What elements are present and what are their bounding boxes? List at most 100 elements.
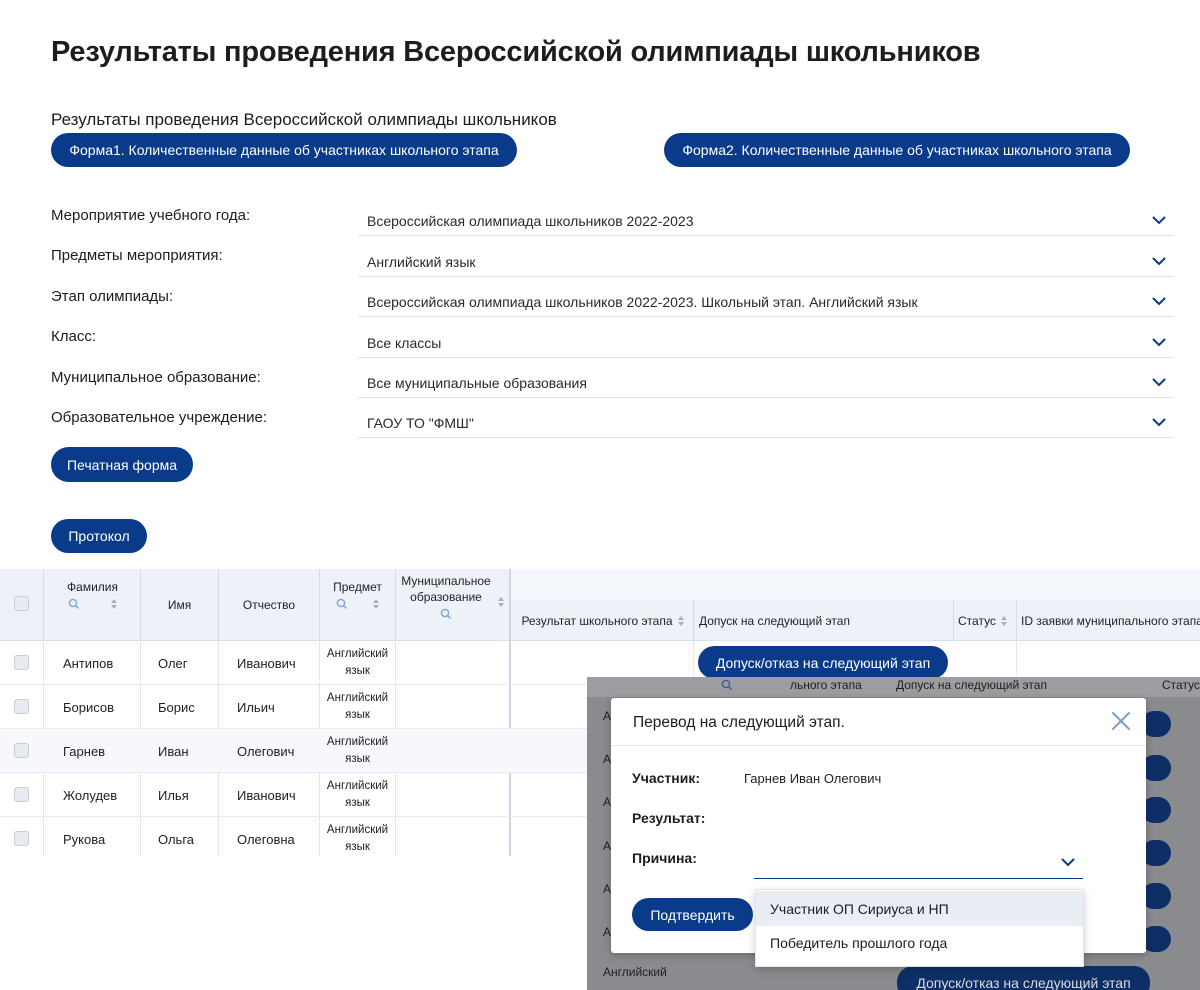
header-divider bbox=[1016, 600, 1017, 641]
row-checkbox[interactable] bbox=[14, 743, 29, 758]
filter-label-subject: Предметы мероприятия: bbox=[51, 247, 223, 264]
form2-button[interactable]: Форма2. Количественные данные об участни… bbox=[664, 133, 1130, 167]
cell-surname: Рукова bbox=[63, 831, 106, 847]
header-request-id: ID заявки муниципального этапа bbox=[1021, 613, 1200, 628]
overlay-header-admission: Допуск на следующий этап bbox=[896, 678, 1047, 692]
sort-icon[interactable] bbox=[110, 598, 118, 610]
cell-subject: Английский язык bbox=[326, 824, 389, 853]
search-icon[interactable] bbox=[68, 598, 80, 610]
search-icon[interactable] bbox=[336, 598, 348, 610]
filter-label-event: Мероприятие учебного года: bbox=[51, 207, 251, 224]
filter-select-stage[interactable]: Всероссийская олимпиада школьников 2022-… bbox=[358, 287, 1174, 317]
reason-select[interactable] bbox=[754, 846, 1083, 879]
cell-subject: Английский язык bbox=[326, 692, 389, 721]
header-result-label: Результат школьного этапа bbox=[521, 613, 673, 628]
overlay-header-status: Статус bbox=[1162, 678, 1200, 692]
sort-icon[interactable] bbox=[1000, 615, 1008, 627]
header-status-label: Статус bbox=[958, 613, 996, 628]
reason-option[interactable]: Победитель прошлого года bbox=[756, 925, 1083, 960]
header-admission: Допуск на следующий этап bbox=[699, 613, 850, 628]
chevron-down-icon bbox=[1146, 208, 1172, 234]
cell-name: Борис bbox=[158, 699, 195, 715]
filter-value-subject: Английский язык bbox=[367, 253, 476, 270]
header-divider bbox=[43, 569, 44, 641]
header-municipal-label: Муниципальное образование bbox=[401, 574, 491, 604]
search-icon[interactable] bbox=[440, 608, 452, 620]
chevron-down-icon bbox=[1146, 249, 1172, 275]
reason-label: Причина: bbox=[632, 850, 697, 866]
filter-select-event[interactable]: Всероссийская олимпиада школьников 2022-… bbox=[358, 206, 1174, 236]
filter-value-class: Все классы bbox=[367, 334, 442, 351]
overlay-header-result: льного этапа bbox=[790, 678, 862, 692]
header-name: Имя bbox=[167, 598, 192, 612]
page-title: Результаты проведения Всероссийской олим… bbox=[51, 36, 981, 68]
select-all-checkbox[interactable] bbox=[14, 596, 29, 611]
filter-label-municipality: Муниципальное образование: bbox=[51, 369, 261, 386]
overlay-row-label: А bbox=[603, 795, 612, 809]
cell-name: Олег bbox=[158, 655, 188, 671]
sort-icon[interactable] bbox=[677, 615, 685, 627]
filter-value-stage: Всероссийская олимпиада школьников 2022-… bbox=[367, 293, 918, 310]
chevron-down-icon bbox=[1061, 858, 1075, 867]
cell-surname: Борисов bbox=[63, 699, 115, 715]
header-result[interactable]: Результат школьного этапа bbox=[513, 600, 693, 641]
header-surname[interactable]: Фамилия bbox=[45, 579, 140, 610]
sort-icon[interactable] bbox=[372, 598, 380, 610]
overlay-row-label: А bbox=[603, 839, 612, 853]
overlay-row-label: А bbox=[603, 709, 612, 723]
header-subject-label: Предмет bbox=[333, 580, 382, 594]
filter-label-institution: Образовательное учреждение: bbox=[51, 409, 268, 426]
cell-name: Ольга bbox=[158, 831, 195, 847]
header-subject[interactable]: Предмет bbox=[320, 579, 395, 610]
section-title: Результаты проведения Всероссийской олим… bbox=[51, 110, 557, 129]
overlay-bottom-subject: Английский bbox=[603, 965, 667, 979]
row-checkbox[interactable] bbox=[14, 787, 29, 802]
cell-patronymic: Олегович bbox=[237, 743, 295, 759]
result-label: Результат: bbox=[632, 810, 706, 826]
filter-select-subject[interactable]: Английский язык bbox=[358, 247, 1174, 277]
header-divider bbox=[693, 600, 694, 641]
cell-name: Иван bbox=[158, 743, 189, 759]
table-header-band bbox=[511, 569, 1200, 600]
header-divider bbox=[953, 600, 954, 641]
cell-patronymic: Ильич bbox=[237, 699, 275, 715]
sort-icon[interactable] bbox=[497, 596, 505, 608]
chevron-down-icon bbox=[1146, 410, 1172, 436]
header-status[interactable]: Статус bbox=[958, 600, 1008, 641]
overlay-row-label: А bbox=[603, 925, 612, 939]
cell-subject: Английский язык bbox=[326, 648, 389, 677]
row-checkbox[interactable] bbox=[14, 655, 29, 670]
close-icon[interactable] bbox=[1110, 710, 1132, 732]
row-checkbox[interactable] bbox=[14, 831, 29, 846]
header-patronymic: Отчество bbox=[242, 598, 296, 612]
overlay-admission-button: Допуск/отказ на следующий этап bbox=[897, 966, 1150, 990]
cell-patronymic: Иванович bbox=[237, 787, 296, 803]
protocol-button[interactable]: Протокол bbox=[51, 519, 147, 553]
cell-surname: Гарнев bbox=[63, 743, 106, 759]
header-municipal[interactable]: Муниципальное образование bbox=[396, 573, 496, 620]
header-surname-label: Фамилия bbox=[67, 580, 118, 594]
row-checkbox[interactable] bbox=[14, 699, 29, 714]
participant-value: Гарнев Иван Олегович bbox=[744, 771, 882, 786]
chevron-down-icon bbox=[1146, 289, 1172, 315]
filter-select-class[interactable]: Все классы bbox=[358, 328, 1174, 358]
cell-surname: Антипов bbox=[63, 655, 114, 671]
overlay-table-header bbox=[587, 677, 1200, 697]
admission-button[interactable]: Допуск/отказ на следующий этап bbox=[698, 646, 948, 679]
cell-surname: Жолудев bbox=[63, 787, 118, 803]
modal-title: Перевод на следующий этап. bbox=[633, 714, 845, 731]
cell-subject: Английский язык bbox=[326, 780, 389, 809]
filter-value-institution: ГАОУ ТО "ФМШ" bbox=[367, 414, 474, 431]
overlay-row-label: А bbox=[603, 752, 612, 766]
chevron-down-icon bbox=[1146, 370, 1172, 396]
print-form-button[interactable]: Печатная форма bbox=[51, 447, 193, 482]
cell-subject: Английский язык bbox=[326, 736, 389, 765]
form1-button[interactable]: Форма1. Количественные данные об участни… bbox=[51, 133, 517, 167]
filter-select-institution[interactable]: ГАОУ ТО "ФМШ" bbox=[358, 408, 1174, 438]
cell-patronymic: Иванович bbox=[237, 655, 296, 671]
filter-select-municipality[interactable]: Все муниципальные образования bbox=[358, 368, 1174, 398]
confirm-button[interactable]: Подтвердить bbox=[632, 898, 753, 931]
search-icon bbox=[721, 679, 732, 690]
reason-option[interactable]: Участник ОП Сириуса и НП bbox=[756, 891, 1083, 926]
filter-value-event: Всероссийская олимпиада школьников 2022-… bbox=[367, 212, 694, 229]
